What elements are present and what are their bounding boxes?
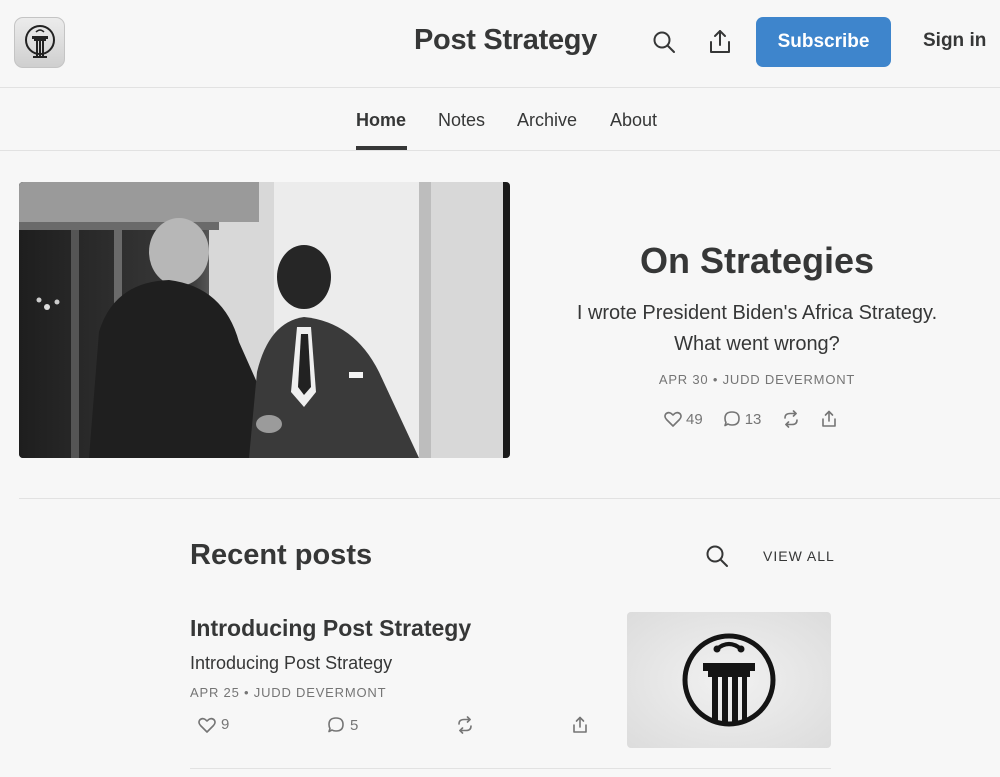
restack-button[interactable] [782, 410, 800, 428]
heart-icon [198, 717, 216, 733]
site-header: Post Strategy Subscribe Sign in [0, 0, 1000, 88]
featured-post-meta: APR 30 • JUDD DEVERMONT [658, 372, 856, 387]
featured-post-title[interactable]: On Strategies [530, 240, 984, 282]
post-comment-button[interactable]: 5 [327, 716, 358, 734]
restack-icon [458, 716, 472, 734]
comment-icon [723, 411, 740, 427]
share-icon[interactable] [706, 28, 734, 56]
recent-posts-heading: Recent posts [190, 539, 373, 571]
view-all-link[interactable]: VIEW ALL [763, 548, 835, 564]
subscribe-button[interactable]: Subscribe [756, 17, 891, 67]
heart-icon [664, 411, 682, 427]
post-like-button[interactable]: 9 [198, 716, 229, 733]
comment-count: 13 [744, 410, 762, 428]
publication-title[interactable]: Post Strategy [414, 24, 597, 57]
restack-icon [784, 410, 799, 428]
comment-icon [328, 717, 344, 733]
post-title[interactable]: Introducing Post Strategy [190, 615, 471, 642]
post-thumbnail[interactable] [627, 612, 831, 748]
post-comment-count: 5 [350, 716, 359, 734]
active-tab-indicator [356, 146, 407, 150]
like-button[interactable]: 49 [664, 411, 703, 428]
tab-home[interactable]: Home [356, 110, 406, 131]
tab-about[interactable]: About [610, 110, 657, 131]
featured-subtitle-line-2: What went wrong? [674, 333, 840, 355]
featured-post-subtitle: I wrote President Biden's Africa Strateg… [530, 298, 984, 360]
tab-notes[interactable]: Notes [438, 110, 485, 131]
share-icon [573, 716, 587, 733]
search-icon[interactable] [650, 28, 678, 56]
featured-post-actions: 49 13 [664, 407, 837, 431]
search-icon[interactable] [704, 543, 730, 569]
main-nav: Home Notes Archive About [0, 89, 1000, 151]
section-divider [19, 498, 1000, 499]
post-share-button[interactable] [572, 716, 588, 734]
share-icon [822, 410, 837, 427]
tab-archive[interactable]: Archive [517, 110, 577, 131]
featured-share-button[interactable] [821, 410, 837, 428]
comment-button[interactable]: 13 [723, 410, 762, 428]
post-divider [190, 768, 831, 769]
like-count: 49 [686, 410, 703, 428]
podium-logo-icon [24, 24, 55, 58]
post-restack-button[interactable] [456, 716, 474, 734]
publication-logo[interactable] [14, 17, 65, 68]
sign-in-link[interactable]: Sign in [923, 30, 986, 52]
featured-post-image[interactable] [19, 182, 510, 458]
post-like-count: 9 [221, 716, 230, 733]
post-meta: APR 25 • JUDD DEVERMONT [190, 685, 387, 700]
podium-logo-icon [682, 633, 776, 727]
featured-subtitle-line-1: I wrote President Biden's Africa Strateg… [576, 302, 938, 324]
post-subtitle: Introducing Post Strategy [190, 653, 393, 673]
